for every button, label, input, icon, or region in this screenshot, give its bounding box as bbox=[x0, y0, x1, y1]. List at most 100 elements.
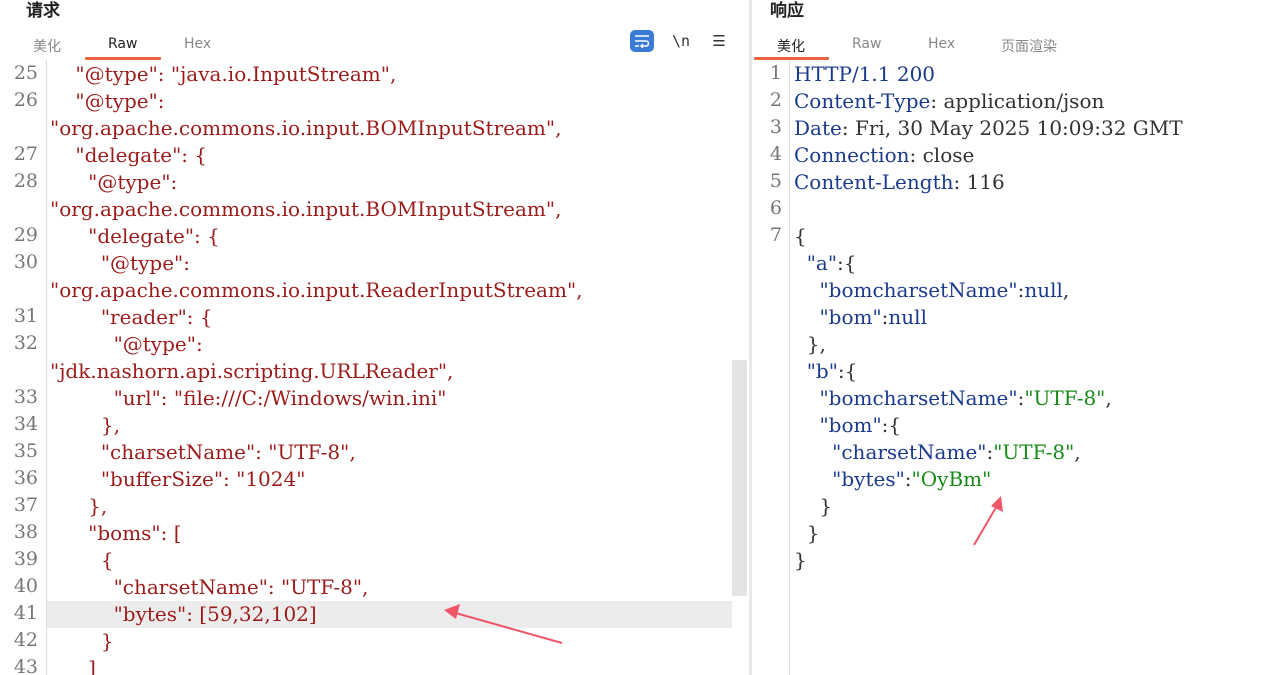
code-token: , bbox=[1105, 386, 1112, 410]
code-token: } bbox=[794, 521, 820, 545]
line-number: 38 bbox=[13, 521, 38, 543]
gutter-border bbox=[46, 60, 47, 675]
request-title: 请求 bbox=[26, 1, 60, 21]
tab-raw[interactable]: Raw bbox=[108, 36, 137, 52]
code-line: "charsetName":"UTF-8", bbox=[794, 440, 1081, 464]
tab-raw[interactable]: Raw bbox=[852, 36, 881, 52]
line-number: 2 bbox=[769, 89, 782, 111]
response-panel: 响应 美化 Raw Hex 页面渲染 1 HTTP/1.1 200 2 Content… bbox=[752, 0, 1284, 675]
code-token: "charsetName" bbox=[832, 440, 987, 464]
code-line: "bomcharsetName":null, bbox=[794, 278, 1069, 302]
code-token: } bbox=[794, 548, 807, 572]
code-line: HTTP/1.1 200 bbox=[794, 62, 935, 86]
tab-render[interactable]: 页面渲染 bbox=[1001, 36, 1057, 56]
request-panel: 请求 美化 Raw Hex \n ☰ 25 "@type": "java.io.… bbox=[0, 0, 749, 675]
line-number: 37 bbox=[13, 494, 38, 516]
code-line: { bbox=[50, 548, 114, 572]
code-token: "UTF-8" bbox=[1024, 386, 1106, 410]
code-token: "OyBm" bbox=[911, 467, 992, 491]
code-token: Content-Length bbox=[794, 170, 954, 194]
line-number: 36 bbox=[13, 467, 38, 489]
code-line: "org.apache.commons.io.input.BOMInputStr… bbox=[50, 197, 562, 221]
newline-toggle[interactable]: \n bbox=[669, 30, 693, 52]
code-token: Content-Type bbox=[794, 89, 931, 113]
tab-pretty[interactable]: 美化 bbox=[777, 36, 805, 56]
gutter-border bbox=[789, 60, 790, 675]
line-number: 31 bbox=[13, 305, 38, 327]
code-line: "a":{ bbox=[794, 251, 857, 275]
code-line: Content-Type: application/json bbox=[794, 89, 1104, 113]
line-number: 39 bbox=[13, 548, 38, 570]
line-number: 26 bbox=[13, 89, 38, 111]
tab-hex[interactable]: Hex bbox=[928, 36, 955, 52]
line-number: 3 bbox=[769, 116, 782, 138]
code-line: { bbox=[794, 224, 807, 248]
code-token: "bom" bbox=[819, 305, 882, 329]
code-token: : bbox=[904, 467, 912, 491]
line-number: 28 bbox=[13, 170, 38, 192]
line-number: 34 bbox=[13, 413, 38, 435]
code-line: }, bbox=[50, 494, 108, 518]
code-token: }, bbox=[794, 332, 826, 356]
line-number: 1 bbox=[769, 62, 782, 84]
code-token: : 116 bbox=[953, 170, 1005, 194]
line-number: 25 bbox=[13, 62, 38, 84]
tab-pretty[interactable]: 美化 bbox=[33, 36, 61, 56]
word-wrap-icon[interactable] bbox=[630, 30, 654, 52]
code-line: }, bbox=[50, 413, 120, 437]
code-line: }, bbox=[794, 332, 826, 356]
response-editor[interactable]: 1 HTTP/1.1 200 2 Content-Type: application/… bbox=[752, 60, 1284, 675]
line-number: 6 bbox=[769, 197, 782, 219]
code-token: null bbox=[1024, 278, 1063, 302]
code-line: } bbox=[794, 548, 807, 572]
line-number: 33 bbox=[13, 386, 38, 408]
code-line: } bbox=[794, 494, 832, 518]
code-line: "reader": { bbox=[50, 305, 213, 329]
vertical-scrollbar[interactable] bbox=[732, 360, 747, 596]
code-token: } bbox=[794, 494, 833, 518]
code-token: "bomcharsetName" bbox=[819, 278, 1018, 302]
code-line: "@type": bbox=[50, 170, 178, 194]
code-line: Content-Length: 116 bbox=[794, 170, 1005, 194]
code-line: "boms": [ bbox=[50, 521, 182, 545]
code-token: , bbox=[1074, 440, 1081, 464]
code-line: "@type": bbox=[50, 332, 203, 356]
code-line: "@type": "java.io.InputStream", bbox=[50, 62, 397, 86]
request-editor[interactable]: 25 "@type": "java.io.InputStream", 26 "@t… bbox=[0, 60, 749, 675]
code-token: "a" bbox=[806, 251, 838, 275]
code-line: "@type": bbox=[50, 89, 165, 113]
code-line: "b":{ bbox=[794, 359, 858, 383]
code-token: "bytes" bbox=[832, 467, 905, 491]
code-line: "bomcharsetName":"UTF-8", bbox=[794, 386, 1112, 410]
code-line: "jdk.nashorn.api.scripting.URLReader", bbox=[50, 359, 454, 383]
line-number: 42 bbox=[13, 629, 38, 651]
code-token: HTTP/1.1 200 bbox=[794, 62, 936, 86]
code-token: : close bbox=[909, 143, 975, 167]
code-token: , bbox=[1062, 278, 1070, 302]
line-number: 40 bbox=[13, 575, 38, 597]
line-number: 43 bbox=[13, 656, 38, 675]
line-number: 41 bbox=[13, 602, 38, 624]
code-token: "b" bbox=[806, 359, 838, 383]
code-line: "delegate": { bbox=[50, 224, 220, 248]
code-line: "org.apache.commons.io.input.ReaderInput… bbox=[50, 278, 583, 302]
code-line: "bytes":"OyBm" bbox=[794, 467, 991, 491]
code-line: "charsetName": "UTF-8", bbox=[50, 575, 369, 599]
code-line: } bbox=[794, 521, 820, 545]
code-line: "bytes": [59,32,102] bbox=[50, 602, 317, 626]
line-number: 35 bbox=[13, 440, 38, 462]
code-token: :{ bbox=[837, 251, 857, 275]
code-token: :{ bbox=[837, 359, 858, 383]
code-token: "bom" bbox=[819, 413, 882, 437]
hamburger-menu-icon[interactable]: ☰ bbox=[707, 30, 731, 52]
code-token: : application/json bbox=[930, 89, 1105, 113]
tab-hex[interactable]: Hex bbox=[184, 36, 211, 52]
code-token: Connection bbox=[794, 143, 910, 167]
